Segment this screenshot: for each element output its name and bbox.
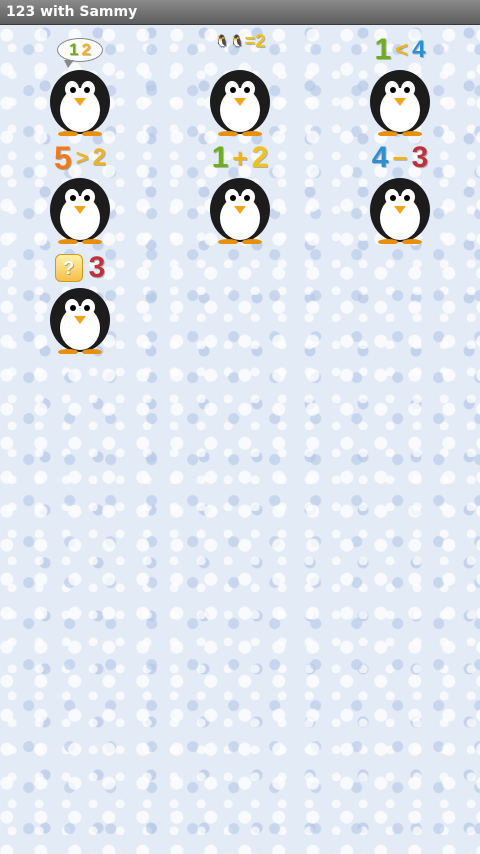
number-a: 1: [211, 141, 229, 174]
number-b: 4: [412, 36, 426, 63]
tile-label: 4 − 3: [345, 140, 455, 176]
penguin-icon: [210, 70, 270, 136]
game-tile-greater-than[interactable]: 5 > 2: [25, 140, 135, 246]
tile-label: 5 > 2: [25, 140, 135, 176]
operator: −: [392, 142, 408, 173]
operator: =: [244, 30, 256, 51]
penguin-icon: [210, 178, 270, 244]
penguin-icon: [50, 70, 110, 136]
game-tile-subtraction[interactable]: 4 − 3: [345, 140, 455, 246]
tile-label: 🐧🐧 = 2: [185, 30, 295, 51]
tile-label: 1 + 2: [185, 140, 295, 176]
penguin-icon: [50, 288, 110, 354]
penguin-icon: [370, 178, 430, 244]
number-value: 3: [88, 251, 106, 284]
game-tile-addition[interactable]: 1 + 2: [185, 140, 295, 246]
app-title-bar: 123 with Sammy: [0, 0, 480, 25]
number-b: 3: [411, 141, 429, 174]
speech-bubble: 1 2: [57, 38, 103, 68]
number-b: 2: [251, 141, 269, 174]
number-2: 2: [81, 40, 91, 59]
number-value: 2: [255, 30, 266, 51]
question-icon: ?: [54, 254, 83, 282]
tile-label: 1 2: [25, 32, 135, 68]
mini-penguin-icon: 🐧🐧: [214, 34, 245, 48]
tile-label: ? 3: [25, 250, 135, 286]
game-tile-counting[interactable]: 1 2: [25, 32, 135, 138]
tile-label: 1 < 4: [345, 32, 455, 68]
number-1: 1: [69, 40, 79, 59]
app-title: 123 with Sammy: [6, 4, 138, 20]
operator: +: [232, 142, 248, 173]
number-a: 4: [371, 141, 389, 174]
number-a: 1: [374, 33, 392, 66]
operator: >: [75, 145, 89, 170]
penguin-icon: [50, 178, 110, 244]
game-tile-count-equals[interactable]: 🐧🐧 = 2: [185, 30, 295, 138]
penguin-icon: [370, 70, 430, 136]
game-tile-mystery-number[interactable]: ? 3: [25, 250, 135, 356]
number-a: 5: [53, 139, 72, 176]
game-tile-less-than[interactable]: 1 < 4: [345, 32, 455, 138]
number-b: 2: [92, 144, 106, 171]
operator: <: [395, 37, 409, 62]
